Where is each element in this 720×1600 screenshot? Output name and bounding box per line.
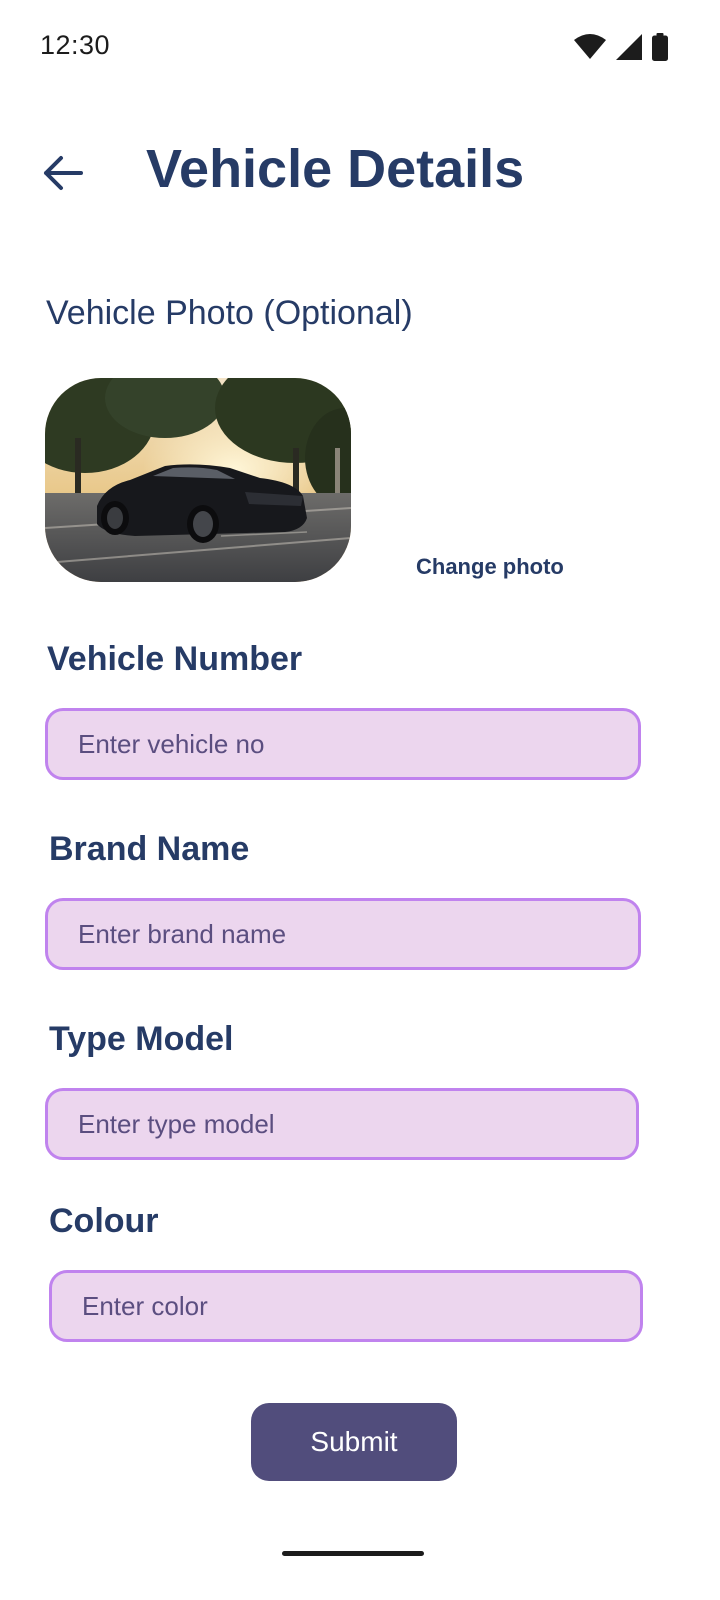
- brand-name-label: Brand Name: [49, 830, 250, 868]
- vehicle-photo[interactable]: [45, 378, 351, 582]
- status-bar: 12:30: [0, 0, 720, 96]
- colour-label: Colour: [49, 1202, 159, 1240]
- page-title: Vehicle Details: [146, 139, 525, 199]
- vehicle-photo-image: [45, 378, 351, 582]
- cellular-signal-icon: [616, 34, 642, 60]
- type-model-input[interactable]: [45, 1088, 639, 1160]
- submit-button[interactable]: Submit: [251, 1403, 457, 1481]
- brand-name-input[interactable]: [45, 898, 641, 970]
- status-icons: [574, 33, 668, 61]
- back-button[interactable]: [36, 146, 90, 200]
- status-time: 12:30: [40, 30, 111, 60]
- vehicle-number-label: Vehicle Number: [47, 640, 303, 678]
- home-indicator: [282, 1551, 424, 1556]
- vehicle-number-input[interactable]: [45, 708, 641, 780]
- vehicle-photo-label: Vehicle Photo (Optional): [46, 294, 413, 332]
- change-photo-link[interactable]: Change photo: [416, 554, 564, 580]
- wifi-icon: [574, 34, 606, 59]
- arrow-left-icon: [44, 156, 83, 190]
- type-model-label: Type Model: [49, 1020, 234, 1058]
- colour-input[interactable]: [49, 1270, 643, 1342]
- battery-icon: [652, 33, 668, 61]
